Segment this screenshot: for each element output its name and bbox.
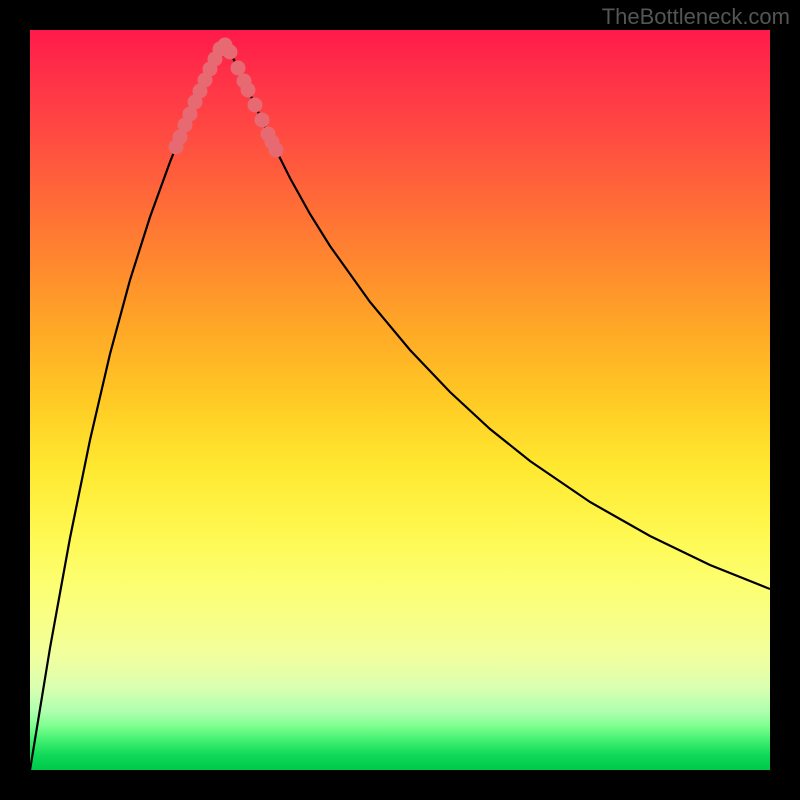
- curve-left-branch: [30, 49, 220, 770]
- data-dot: [241, 83, 256, 98]
- plot-area: [30, 30, 770, 770]
- data-dot: [255, 113, 270, 128]
- watermark-text: TheBottleneck.com: [602, 4, 790, 30]
- dots-group: [169, 38, 284, 158]
- data-dot: [248, 98, 263, 113]
- curve-svg: [30, 30, 770, 770]
- data-dot: [223, 45, 238, 60]
- curve-right-branch: [225, 45, 770, 589]
- data-dot: [231, 61, 246, 76]
- curve-group: [30, 45, 770, 770]
- chart-container: TheBottleneck.com: [0, 0, 800, 800]
- data-dot: [269, 143, 284, 158]
